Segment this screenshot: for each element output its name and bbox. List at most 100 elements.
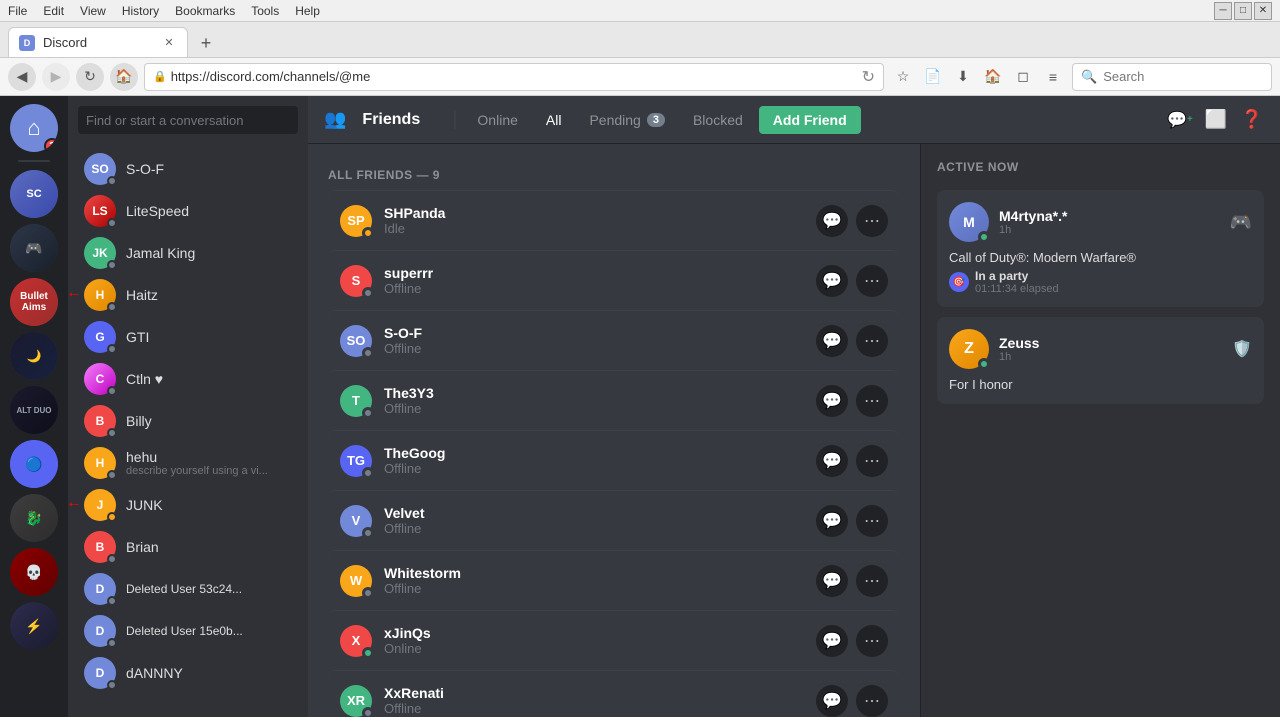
friend-item-shpanda[interactable]: SP SHPanda Idle 💬 ⋯ [328,190,900,250]
message-superrr-button[interactable]: 💬 [816,265,848,297]
dm-item-haitz[interactable]: H Haitz ← [76,274,300,316]
message-whitestorm-button[interactable]: 💬 [816,565,848,597]
dm-item-ctln[interactable]: C Ctln ♥ [76,358,300,400]
menu-bookmarks[interactable]: Bookmarks [175,4,235,18]
dm-item-content-brian: Brian [126,539,159,555]
message-xjinqs-button[interactable]: 💬 [816,625,848,657]
server-icon-6[interactable]: 🔵 [10,440,58,488]
maximize-button[interactable]: □ [1234,2,1252,20]
message-shpanda-button[interactable]: 💬 [816,205,848,237]
more-sof-button[interactable]: ⋯ [856,325,888,357]
new-dm-icon[interactable]: 💬+ [1168,108,1192,132]
menu-help[interactable]: Help [295,4,320,18]
server-icon-4[interactable]: 🌙 [10,332,58,380]
dm-item-dannny[interactable]: D dANNNY [76,652,300,694]
help-icon[interactable]: ❓ [1240,108,1264,132]
friends-icon: 👥 [324,109,346,130]
reader-mode-icon[interactable]: 📄 [920,64,946,90]
dm-item-litespeed[interactable]: LS LiteSpeed [76,190,300,232]
menu-history[interactable]: History [122,4,159,18]
more-velvet-button[interactable]: ⋯ [856,505,888,537]
dm-status-ctln [107,386,117,396]
message-thegoog-button[interactable]: 💬 [816,445,848,477]
friend-avatar-xjinqs: X [340,625,372,657]
more-xjinqs-button[interactable]: ⋯ [856,625,888,657]
dm-search-bar[interactable]: Find or start a conversation [78,106,298,134]
menu-view[interactable]: View [80,4,106,18]
go-home-icon[interactable]: 🏠 [980,64,1006,90]
menu-tools[interactable]: Tools [251,4,279,18]
new-tab-button[interactable]: + [192,29,220,57]
tab-pending[interactable]: Pending 3 [577,108,677,132]
message-velvet-button[interactable]: 💬 [816,505,848,537]
server-icon-bullet[interactable]: Bullet Aims [10,278,58,326]
server-icon-7[interactable]: 🐉 [10,494,58,542]
tab-close-button[interactable]: ✕ [161,35,177,51]
pocket-icon[interactable]: ◻ [1010,64,1036,90]
game-label-zeuss: For I honor [949,377,1013,392]
back-button[interactable]: ◀ [8,63,36,91]
minimize-button[interactable]: ─ [1214,2,1232,20]
dm-item-junk[interactable]: J JUNK ← [76,484,300,526]
browser-search-bar[interactable]: 🔍 Search [1072,63,1272,91]
tab-blocked[interactable]: Blocked [681,108,755,132]
bookmarks-star-icon[interactable]: ☆ [890,64,916,90]
server-icon-2[interactable]: 🎮 [10,224,58,272]
home-server-icon[interactable]: ⌂ 3 [10,104,58,152]
friend-item-the3y3[interactable]: T The3Y3 Offline 💬 ⋯ [328,370,900,430]
friend-item-whitestorm[interactable]: W Whitestorm Offline 💬 ⋯ [328,550,900,610]
menu-dots-icon[interactable]: ≡ [1040,64,1066,90]
friend-item-thegoog[interactable]: TG TheGoog Offline 💬 ⋯ [328,430,900,490]
menu-file[interactable]: File [8,4,27,18]
more-xxrenati-button[interactable]: ⋯ [856,685,888,717]
more-superrr-button[interactable]: ⋯ [856,265,888,297]
friend-info-velvet: Velvet Offline [384,505,804,536]
dm-item-hehu[interactable]: H hehu describe yourself using a vi... [76,442,300,484]
message-xxrenati-button[interactable]: 💬 [816,685,848,717]
server-icon-1[interactable]: SC [10,170,58,218]
friend-item-xxrenati[interactable]: XR XxRenati Offline 💬 ⋯ [328,670,900,717]
dm-item-deleted1[interactable]: D Deleted User 53c24... [76,568,300,610]
add-friend-button[interactable]: Add Friend [759,106,861,134]
friend-item-xjinqs[interactable]: X xJinQs Online 💬 ⋯ [328,610,900,670]
dm-item-jamal[interactable]: JK Jamal King [76,232,300,274]
active-user-card-m4rtyna[interactable]: M M4rtyna*.* 1h 🎮 Call of Duty®: Modern … [937,190,1264,307]
more-whitestorm-button[interactable]: ⋯ [856,565,888,597]
forward-button[interactable]: ▶ [42,63,70,91]
dm-item-brian[interactable]: B Brian [76,526,300,568]
friend-status-xxrenati: Offline [384,701,804,716]
dm-item-sof[interactable]: SO S-O-F [76,148,300,190]
message-the3y3-button[interactable]: 💬 [816,385,848,417]
friend-avatar-shpanda: SP [340,205,372,237]
active-user-card-zeuss[interactable]: Z Zeuss 1h 🛡️ For I honor [937,317,1264,404]
friend-item-superrr[interactable]: S superrr Offline 💬 ⋯ [328,250,900,310]
inbox-icon[interactable]: ⬜ [1204,108,1228,132]
close-button[interactable]: ✕ [1254,2,1272,20]
friend-item-sof[interactable]: SO S-O-F Offline 💬 ⋯ [328,310,900,370]
dm-avatar-hehu: H [84,447,116,479]
browser-tab-discord[interactable]: D Discord ✕ [8,27,188,57]
more-thegoog-button[interactable]: ⋯ [856,445,888,477]
menu-edit[interactable]: Edit [43,4,64,18]
url-bar[interactable]: 🔒 https://discord.com/channels/@me ↻ [144,63,884,91]
refresh-button[interactable]: ↻ [76,63,104,91]
server-icon-altduo[interactable]: ALT DUO [10,386,58,434]
home-button[interactable]: 🏠 [110,63,138,91]
tab-all[interactable]: All [534,108,574,132]
tab-online[interactable]: Online [465,108,529,132]
dm-item-billy[interactable]: B Billy [76,400,300,442]
dm-item-deleted2[interactable]: D Deleted User 15e0b... [76,610,300,652]
dm-item-gti[interactable]: G GTI [76,316,300,358]
server-icon-8[interactable]: 💀 [10,548,58,596]
server-avatar-9: ⚡ [10,602,58,650]
server-avatar-8: 💀 [10,548,58,596]
active-user-avatar-m4rtyna: M [949,202,989,242]
active-status-dot-m4rtyna [978,231,990,243]
download-icon[interactable]: ⬇ [950,64,976,90]
server-icon-9[interactable]: ⚡ [10,602,58,650]
friend-item-velvet[interactable]: V Velvet Offline 💬 ⋯ [328,490,900,550]
friend-info-xxrenati: XxRenati Offline [384,685,804,716]
more-shpanda-button[interactable]: ⋯ [856,205,888,237]
message-sof-button[interactable]: 💬 [816,325,848,357]
more-the3y3-button[interactable]: ⋯ [856,385,888,417]
